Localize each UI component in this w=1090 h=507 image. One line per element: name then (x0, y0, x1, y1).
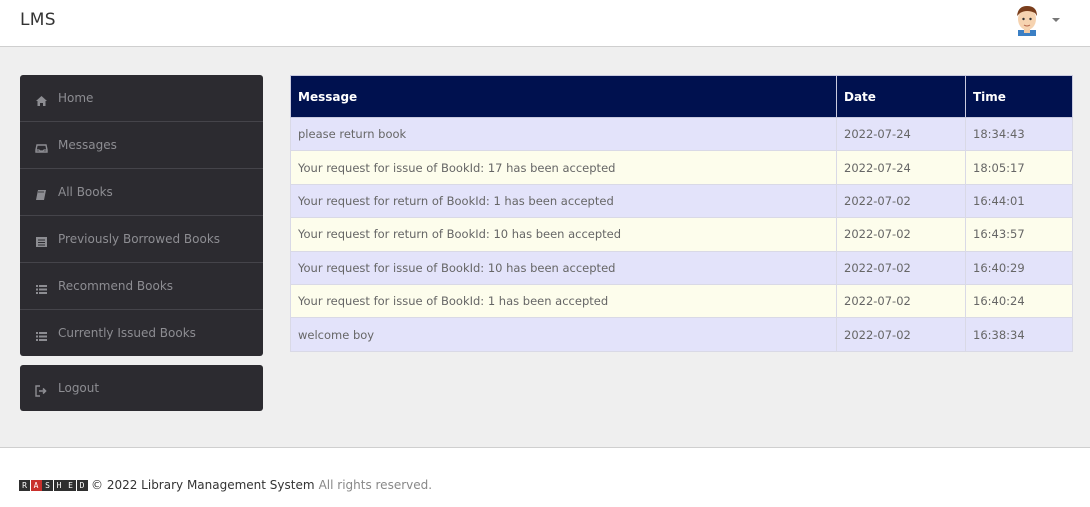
home-icon (35, 92, 49, 106)
page-footer: R A S H E D © 2022 Library Management Sy… (0, 447, 1090, 507)
date-cell: 2022-07-02 (836, 283, 966, 319)
footer-rights: All rights reserved. (318, 478, 433, 492)
caret-down-icon[interactable] (1052, 18, 1060, 22)
logo-letter: A (30, 479, 42, 491)
table-row: Your request for issue of BookId: 10 has… (290, 250, 1073, 285)
sidebar-item-all-books[interactable]: All Books (20, 169, 263, 216)
list-icon (35, 280, 49, 294)
table-row: please return book 2022-07-24 18:34:43 (290, 116, 1073, 152)
top-navbar: LMS (0, 0, 1090, 47)
user-avatar-icon[interactable] (1012, 4, 1042, 36)
sidebar-menu: Home Messages All Books Previously Borro… (20, 75, 263, 356)
time-cell: 18:05:17 (965, 150, 1073, 185)
column-header-message: Message (290, 75, 837, 118)
logout-label: Logout (58, 381, 100, 395)
table-header-row: Message Date Time (290, 75, 1073, 118)
message-cell: Your request for issue of BookId: 10 has… (290, 250, 837, 285)
message-cell: Your request for issue of BookId: 17 has… (290, 150, 837, 185)
sidebar-item-label: All Books (58, 185, 113, 199)
logout-icon (35, 382, 49, 397)
date-cell: 2022-07-02 (836, 250, 966, 285)
date-cell: 2022-07-02 (836, 317, 966, 352)
footer-copyright: © 2022 Library Management System (91, 478, 315, 492)
time-cell: 16:38:34 (965, 317, 1073, 352)
time-cell: 16:40:24 (965, 283, 1073, 319)
time-cell: 16:43:57 (965, 217, 1073, 252)
message-cell: please return book (290, 116, 837, 152)
sidebar-item-messages[interactable]: Messages (20, 122, 263, 169)
list-alt-icon (35, 233, 49, 247)
app-brand[interactable]: LMS (20, 10, 56, 30)
table-row: Your request for issue of BookId: 1 has … (290, 283, 1073, 319)
logout-button[interactable]: Logout (20, 365, 263, 411)
footer-copyright-line: R A S H E D © 2022 Library Management Sy… (19, 478, 432, 492)
table-row: Your request for return of BookId: 1 has… (290, 183, 1073, 219)
sidebar-item-previously-borrowed[interactable]: Previously Borrowed Books (20, 216, 263, 263)
sidebar-item-label: Previously Borrowed Books (58, 232, 221, 246)
time-cell: 18:34:43 (965, 116, 1073, 152)
table-row: welcome boy 2022-07-02 16:38:34 (290, 317, 1073, 352)
table-row: Your request for return of BookId: 10 ha… (290, 217, 1073, 252)
sidebar-item-label: Messages (58, 138, 117, 152)
logo-letter: D (76, 479, 88, 491)
time-cell: 16:40:29 (965, 250, 1073, 285)
time-cell: 16:44:01 (965, 183, 1073, 219)
date-cell: 2022-07-02 (836, 183, 966, 219)
date-cell: 2022-07-02 (836, 217, 966, 252)
sidebar-item-home[interactable]: Home (20, 75, 263, 122)
footer-logo: R A S H E D (19, 479, 88, 491)
logo-letter: H (53, 479, 65, 491)
date-cell: 2022-07-24 (836, 150, 966, 185)
message-cell: Your request for return of BookId: 1 has… (290, 183, 837, 219)
sidebar-item-label: Home (58, 91, 94, 105)
logo-letter: S (42, 479, 53, 491)
book-icon (35, 186, 49, 200)
column-header-time: Time (965, 75, 1073, 118)
message-cell: Your request for issue of BookId: 1 has … (290, 283, 837, 319)
sidebar-item-label: Recommend Books (58, 279, 174, 293)
sidebar-item-label: Currently Issued Books (58, 326, 196, 340)
column-header-date: Date (836, 75, 966, 118)
sidebar-item-currently-issued[interactable]: Currently Issued Books (20, 310, 263, 356)
date-cell: 2022-07-24 (836, 116, 966, 152)
inbox-icon (35, 139, 49, 153)
messages-table: Message Date Time please return book 202… (290, 75, 1073, 352)
list-icon (35, 327, 49, 341)
logo-letter: E (65, 479, 76, 491)
table-row: Your request for issue of BookId: 17 has… (290, 150, 1073, 185)
message-cell: welcome boy (290, 317, 837, 352)
sidebar-item-recommend-books[interactable]: Recommend Books (20, 263, 263, 310)
message-cell: Your request for return of BookId: 10 ha… (290, 217, 837, 252)
logo-letter: R (19, 479, 30, 491)
